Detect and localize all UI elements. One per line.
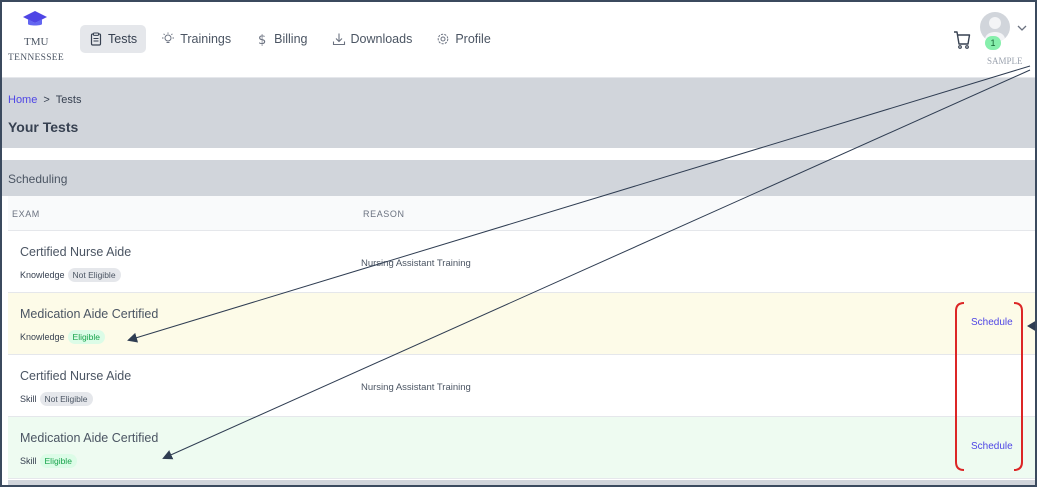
table-row: Certified Nurse Aide Skill Not Eligible … <box>8 355 1037 417</box>
nav-profile-label: Profile <box>455 32 491 46</box>
section-title: Scheduling <box>8 172 68 186</box>
exam-type-label: Knowledge <box>20 270 65 280</box>
breadcrumb-separator: > <box>43 94 50 106</box>
section-header <box>0 160 1037 196</box>
status-badge: Not Eligible <box>67 268 121 282</box>
graduation-cap-icon <box>23 11 47 26</box>
download-icon <box>332 33 345 46</box>
brand-logo[interactable]: TMU TENNESSEE <box>8 10 64 66</box>
exam-name: Certified Nurse Aide <box>20 369 132 383</box>
exam-type-label: Skill <box>20 394 37 404</box>
table-header: EXAM REASON <box>8 196 1037 231</box>
nav-trainings-label: Trainings <box>180 32 232 46</box>
exam-type: Skill Eligible <box>20 454 77 468</box>
breadcrumb: Home > Tests <box>8 94 81 106</box>
page-title: Your Tests <box>8 119 79 135</box>
clipboard-icon <box>90 32 102 46</box>
reason-text: Nursing Assistant Training <box>361 258 471 269</box>
brand-line1: TMU <box>24 36 49 48</box>
gear-icon <box>438 33 449 45</box>
column-header-reason: REASON <box>363 209 405 219</box>
top-navbar: TMU TENNESSEE Tests Trainings $ Billing … <box>0 0 1037 78</box>
dollar-icon: $ <box>258 33 266 46</box>
nav-downloads[interactable]: Downloads <box>323 25 422 53</box>
sample-watermark: SAMPLE <box>987 56 1023 66</box>
status-badge: Eligible <box>39 454 77 468</box>
brand-line2: TENNESSEE <box>8 53 65 63</box>
nav-tests[interactable]: Tests <box>80 25 147 53</box>
nav-billing[interactable]: $ Billing <box>246 25 316 53</box>
exam-type-label: Knowledge <box>20 332 65 342</box>
nav-downloads-label: Downloads <box>350 32 413 46</box>
exam-type: Knowledge Eligible <box>20 330 105 344</box>
status-badge: Not Eligible <box>39 392 93 406</box>
schedule-link[interactable]: Schedule <box>971 441 1013 452</box>
cart-count-badge: 1 <box>985 36 1001 50</box>
page-header <box>0 78 1037 148</box>
nav-trainings[interactable]: Trainings <box>152 25 240 53</box>
table-footer <box>8 480 1037 487</box>
nav-tests-label: Tests <box>108 32 138 46</box>
table-row: Medication Aide Certified Skill Eligible… <box>8 417 1037 479</box>
exam-type-label: Skill <box>20 456 37 466</box>
exam-type: Skill Not Eligible <box>20 392 93 406</box>
breadcrumb-current: Tests <box>55 94 82 106</box>
schedule-link[interactable]: Schedule <box>971 317 1013 328</box>
nav-profile[interactable]: Profile <box>427 25 499 53</box>
breadcrumb-home-link[interactable]: Home <box>8 94 37 106</box>
chevron-down-icon[interactable] <box>1017 24 1027 32</box>
exam-type: Knowledge Not Eligible <box>20 268 121 282</box>
exam-name: Certified Nurse Aide <box>20 245 132 259</box>
reason-text: Nursing Assistant Training <box>361 382 471 393</box>
lightbulb-icon <box>162 32 175 43</box>
main-nav: Tests Trainings $ Billing Downloads Prof… <box>80 25 500 53</box>
status-badge: Eligible <box>67 330 105 344</box>
table-row: Medication Aide Certified Knowledge Elig… <box>8 293 1037 355</box>
svg-text:$: $ <box>258 33 266 46</box>
cart-icon[interactable] <box>953 30 971 50</box>
column-header-exam: EXAM <box>12 209 40 219</box>
nav-billing-label: Billing <box>274 32 308 46</box>
exam-name: Medication Aide Certified <box>20 307 159 321</box>
exam-name: Medication Aide Certified <box>20 431 159 445</box>
table-row: Certified Nurse Aide Knowledge Not Eligi… <box>8 231 1037 293</box>
